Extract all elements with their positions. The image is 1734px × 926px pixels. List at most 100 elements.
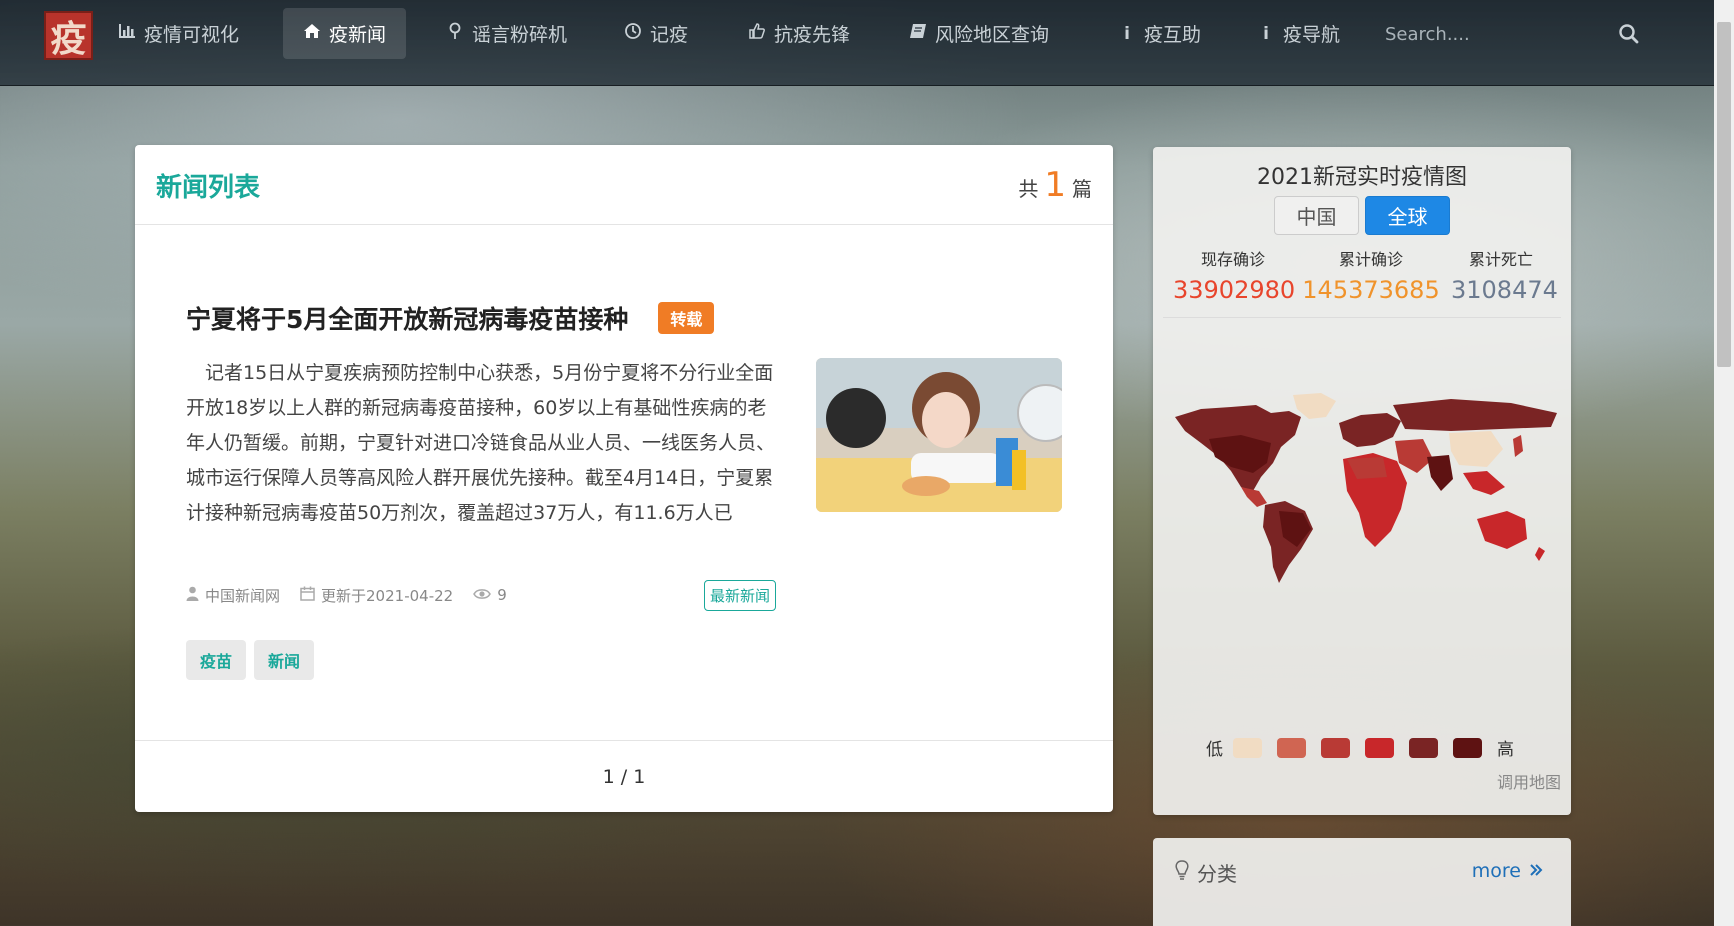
- count-number: 1: [1044, 165, 1066, 205]
- latest-news-badge[interactable]: 最新新闻: [703, 580, 776, 611]
- views-meta: 9: [473, 586, 507, 604]
- site-logo[interactable]: 疫: [44, 11, 93, 60]
- info-icon: i: [1263, 23, 1269, 44]
- search-bar: [1385, 16, 1640, 52]
- legend-high-label: 高: [1497, 740, 1514, 760]
- thumbs-up-icon: [748, 22, 766, 45]
- nav-label: 风险地区查询: [935, 24, 1050, 46]
- nav-item-record[interactable]: 记疫: [604, 8, 708, 59]
- page-scrollbar[interactable]: [1714, 0, 1734, 926]
- stat-current-confirmed: 现存确诊 33902980: [1173, 246, 1296, 304]
- legend-swatch[interactable]: [1453, 737, 1482, 758]
- nav-label: 谣言粉碎机: [472, 24, 568, 46]
- stat-total-deaths: 累计死亡 3108474: [1451, 246, 1558, 304]
- region-southeast-asia: [1463, 471, 1505, 495]
- region-india: [1427, 455, 1453, 491]
- article-meta: 中国新闻网 更新于2021-04-22 9 最新新闻: [186, 580, 776, 611]
- repost-badge: 转载: [658, 302, 715, 334]
- nav-label: 疫新闻: [329, 24, 387, 46]
- category-header: 分类: [1175, 858, 1237, 887]
- region-china: [1449, 431, 1503, 467]
- nav-item-pioneer[interactable]: 抗疫先锋: [728, 8, 870, 59]
- count-prefix: 共: [1018, 177, 1039, 201]
- eye-icon: [473, 586, 492, 604]
- count-suffix: 篇: [1072, 177, 1092, 201]
- news-article: 宁夏将于5月全面开放新冠病毒疫苗接种 转载 记者15日从宁夏疾病预防控制中心获悉…: [186, 300, 1062, 576]
- double-chevron-right-icon: [1529, 860, 1543, 882]
- bar-chart-icon: [118, 23, 136, 44]
- nav-label: 记疫: [650, 24, 689, 46]
- epidemic-map-card: 2021新冠实时疫情图 中国 全球 现存确诊 33902980 累计确诊 145…: [1153, 147, 1571, 815]
- legend-swatch[interactable]: [1321, 737, 1350, 758]
- region-new-zealand: [1535, 547, 1545, 561]
- map-title: 2021新冠实时疫情图: [1257, 165, 1467, 190]
- tag-vaccine[interactable]: 疫苗: [186, 640, 247, 680]
- legend-swatch[interactable]: [1409, 737, 1438, 758]
- more-label: more: [1471, 860, 1521, 882]
- nav-item-news[interactable]: 疫新闻: [283, 8, 407, 59]
- nav-label: 疫情可视化: [144, 24, 240, 46]
- logo-char: 疫: [50, 17, 87, 60]
- category-title: 分类: [1197, 862, 1237, 886]
- stat-value: 145373685: [1302, 276, 1440, 304]
- tab-global[interactable]: 全球: [1365, 196, 1450, 235]
- legend-swatch[interactable]: [1365, 737, 1394, 758]
- scroll-thumb[interactable]: [1717, 22, 1731, 367]
- world-map[interactable]: [1161, 387, 1563, 597]
- article-summary: 记者15日从宁夏疾病预防控制中心获悉，5月份宁夏将不分行业全面开放18岁以上人群…: [186, 362, 776, 524]
- map-legend: 低 高: [1206, 735, 1514, 760]
- news-list-header: 新闻列表 共 1 篇: [135, 145, 1113, 225]
- nav-item-visualization[interactable]: 疫情可视化: [98, 8, 259, 59]
- nav-item-navigation[interactable]: i 疫导航: [1237, 8, 1360, 59]
- stat-label: 现存确诊: [1200, 250, 1265, 269]
- region-middle-east: [1395, 439, 1433, 473]
- clock-icon: [624, 22, 642, 45]
- home-icon: [303, 23, 321, 44]
- pagination: 1 / 1: [135, 740, 1113, 812]
- news-list-title: 新闻列表: [156, 173, 261, 203]
- region-central-america: [1241, 487, 1267, 507]
- category-card: 分类 more: [1153, 838, 1571, 926]
- news-list-card: 新闻列表 共 1 篇 宁夏将于5月全面开放新冠病毒疫苗接种 转载 记者15日从宁…: [135, 145, 1113, 812]
- nav-item-risk-query[interactable]: 风险地区查询: [889, 8, 1069, 59]
- nav-item-mutual-aid[interactable]: i 疫互助: [1098, 8, 1221, 59]
- tab-china[interactable]: 中国: [1274, 196, 1359, 235]
- map-divider: [1163, 317, 1561, 318]
- search-input[interactable]: [1385, 16, 1585, 52]
- info-icon: i: [1124, 23, 1130, 44]
- article-tags: 疫苗 新闻: [186, 640, 315, 680]
- article-source: 中国新闻网: [205, 586, 281, 605]
- stat-label: 累计死亡: [1468, 250, 1533, 269]
- date-meta: 更新于2021-04-22: [300, 585, 453, 606]
- tag-news[interactable]: 新闻: [254, 640, 315, 680]
- article-thumbnail[interactable]: [816, 358, 1062, 512]
- map-footnote: 调用地图: [1496, 773, 1561, 792]
- stat-value: 33902980: [1173, 276, 1296, 304]
- region-europe: [1339, 413, 1401, 447]
- page-indicator: 1 / 1: [602, 765, 646, 788]
- article-date: 更新于2021-04-22: [321, 586, 454, 605]
- stat-total-confirmed: 累计确诊 145373685: [1301, 246, 1441, 304]
- map-pin-icon: [446, 22, 464, 45]
- book-icon: [909, 23, 927, 44]
- category-more-link[interactable]: more: [1472, 860, 1543, 882]
- calendar-icon: [300, 586, 315, 605]
- nav-label: 抗疫先锋: [774, 24, 851, 46]
- top-navbar: 疫 疫情可视化 疫新闻 谣言粉碎机 记疫 抗疫先锋 风险地区查询 i 疫互助 i…: [0, 0, 1714, 86]
- article-title[interactable]: 宁夏将于5月全面开放新冠病毒疫苗接种: [186, 300, 628, 336]
- search-icon[interactable]: [1617, 22, 1641, 46]
- nav-label: 疫导航: [1283, 24, 1341, 46]
- nav-label: 疫互助: [1144, 24, 1202, 46]
- stat-value: 3108474: [1451, 276, 1558, 304]
- legend-swatch[interactable]: [1233, 737, 1262, 758]
- region-australia: [1477, 511, 1527, 549]
- region-russia: [1393, 399, 1557, 431]
- nav-item-rumor[interactable]: 谣言粉碎机: [426, 8, 587, 59]
- region-greenland: [1293, 393, 1336, 419]
- source-meta: 中国新闻网: [186, 585, 280, 606]
- article-views: 9: [497, 586, 507, 604]
- user-icon: [186, 586, 199, 605]
- lightbulb-icon: [1175, 860, 1189, 885]
- legend-swatch[interactable]: [1277, 737, 1306, 758]
- legend-low-label: 低: [1206, 740, 1223, 760]
